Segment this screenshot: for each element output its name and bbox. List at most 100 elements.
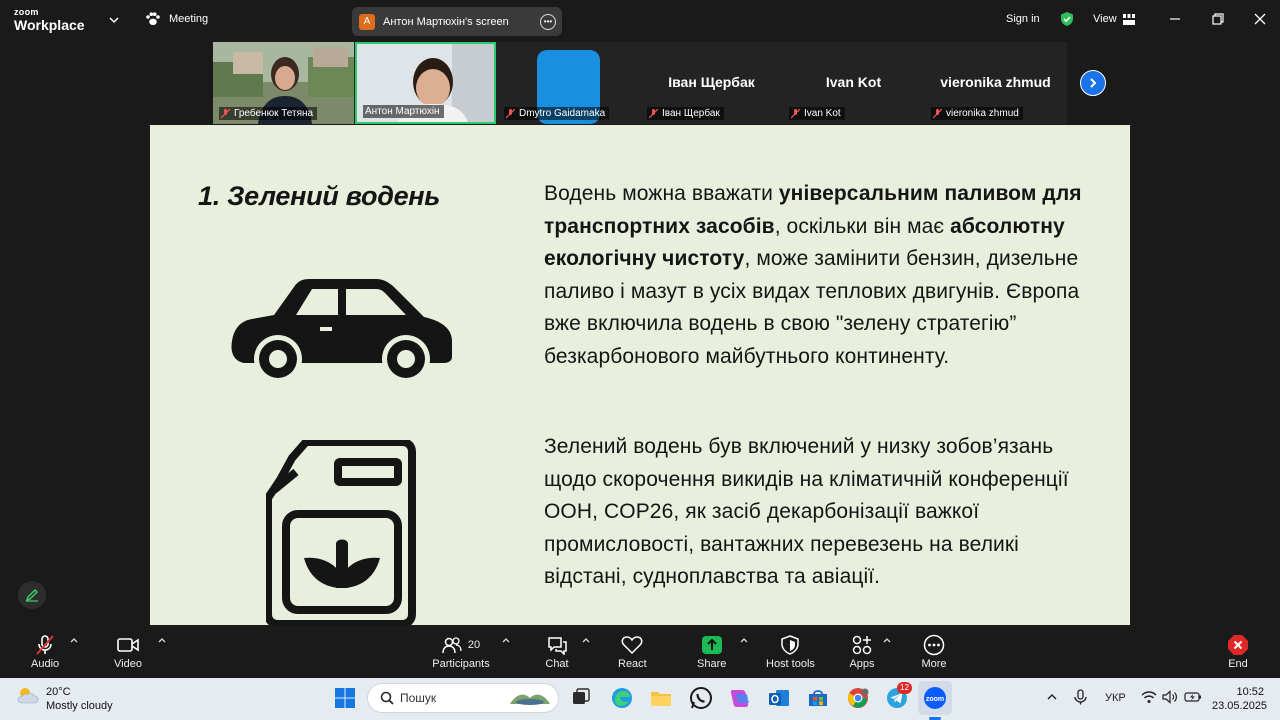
participant-name: Іван Щербак — [662, 108, 720, 119]
audio-button[interactable]: Audio — [31, 633, 59, 670]
microphone-tray-icon[interactable] — [1072, 689, 1090, 705]
participant-name-tag: Гребенюк Тетяна — [219, 107, 318, 120]
meeting-label: Meeting — [169, 13, 209, 25]
svg-text:zoom: zoom — [926, 696, 944, 703]
participant-display-name: Ivan Kot — [825, 74, 882, 90]
participants-options-caret-icon[interactable] — [502, 637, 510, 643]
annotate-button[interactable] — [18, 581, 46, 609]
more-button[interactable]: More — [921, 633, 947, 670]
muted-microphone-icon — [36, 635, 54, 655]
paw-icon — [146, 12, 160, 25]
participant-name: Dmytro Gaidamaka — [519, 108, 606, 119]
system-clock[interactable]: 10:52 23.05.2025 — [1212, 685, 1268, 713]
wifi-icon[interactable] — [1141, 690, 1157, 704]
muted-mic-icon — [506, 108, 515, 118]
gallery-next-button[interactable] — [1080, 70, 1106, 96]
shared-screen-indicator[interactable]: A Антон Мартюхін's screen ••• — [352, 7, 562, 36]
participant-name: Антон Мартюхін — [365, 106, 440, 117]
fuel-canister-leaf-icon — [266, 440, 416, 625]
zoom-app-icon: zoom — [924, 687, 946, 709]
share-options-caret-icon[interactable] — [740, 637, 748, 643]
tray-overflow-chevron-icon[interactable] — [1046, 692, 1058, 702]
host-shield-icon — [781, 635, 800, 655]
apps-label: Apps — [849, 658, 875, 670]
participant-name-tag: vieronika zhmud — [931, 107, 1023, 120]
heart-icon — [621, 636, 643, 655]
sign-in-link[interactable]: Sign in — [1006, 13, 1040, 25]
meeting-toolbar: Audio Video 20 Participants Chat React S… — [0, 625, 1280, 678]
chevron-down-icon[interactable] — [108, 14, 120, 26]
participants-icon — [442, 637, 462, 654]
react-button[interactable]: React — [618, 633, 647, 670]
apps-button[interactable]: Apps — [849, 633, 875, 670]
file-explorer-icon[interactable] — [648, 685, 674, 711]
more-options-icon[interactable]: ••• — [540, 13, 556, 30]
host-tools-button[interactable]: Host tools — [766, 633, 815, 670]
apps-options-caret-icon[interactable] — [883, 637, 891, 643]
slide-paragraph-1: Водень можна вважати універсальним палив… — [544, 178, 1104, 373]
slide-paragraph-2: Зелений водень був включений у низку зоб… — [544, 435, 1069, 588]
weather-condition: Mostly cloudy — [46, 700, 113, 712]
zoom-logo[interactable]: zoom Workplace — [14, 8, 85, 33]
taskbar-search[interactable]: Пошук — [367, 683, 559, 713]
battery-icon[interactable] — [1184, 690, 1202, 704]
end-call-icon — [1228, 635, 1248, 655]
video-camera-icon — [117, 638, 139, 652]
view-button[interactable]: View — [1093, 13, 1135, 25]
video-tile[interactable]: Гребенюк Тетяна — [213, 42, 354, 124]
video-options-caret-icon[interactable] — [158, 637, 166, 643]
clock-time: 10:52 — [1236, 686, 1264, 698]
participant-name-tag: Іван Щербак — [647, 107, 724, 120]
shared-screen-label: Антон Мартюхін's screen — [383, 15, 509, 28]
whatsapp-icon[interactable] — [688, 685, 714, 711]
muted-mic-icon — [649, 108, 658, 118]
participant-name: vieronika zhmud — [946, 108, 1019, 119]
security-shield-icon[interactable] — [1059, 11, 1075, 27]
title-bar: zoom Workplace Meeting A Антон Мартюхін'… — [0, 0, 1280, 42]
text-run: , оскільки він має — [774, 214, 951, 238]
car-icon — [231, 279, 452, 383]
end-label: End — [1228, 658, 1248, 670]
participant-name-tag: Ivan Kot — [789, 107, 845, 120]
participants-button[interactable]: 20 Participants — [431, 633, 491, 670]
view-label: View — [1093, 13, 1117, 25]
react-label: React — [618, 658, 647, 670]
more-dots-icon — [923, 634, 945, 656]
weather-widget[interactable]: 20°C Mostly cloudy — [16, 685, 113, 713]
outlook-icon[interactable] — [766, 685, 792, 711]
meeting-menu[interactable]: Meeting — [145, 12, 208, 26]
end-meeting-button[interactable]: End — [1225, 633, 1251, 670]
more-label: More — [921, 658, 947, 670]
share-button[interactable]: Share — [697, 633, 726, 670]
zoom-taskbar-button[interactable]: zoom — [918, 681, 952, 715]
slide-title: 1. Зелений водень — [198, 181, 441, 211]
input-language[interactable]: УКР — [1105, 692, 1126, 704]
windows-start-icon[interactable] — [332, 685, 358, 711]
restore-icon[interactable] — [1211, 12, 1225, 26]
video-tile[interactable]: Іван Щербак Іван Щербак — [641, 42, 782, 124]
volume-icon[interactable] — [1162, 690, 1178, 704]
video-tile[interactable]: Ivan Kot Ivan Kot — [783, 42, 924, 124]
close-icon[interactable] — [1253, 12, 1267, 26]
chrome-browser-icon[interactable] — [845, 685, 871, 711]
chat-button[interactable]: Chat — [544, 633, 570, 670]
search-placeholder: Пошук — [400, 691, 437, 705]
participants-label: Participants — [432, 658, 490, 670]
video-tile[interactable]: vieronika zhmud vieronika zhmud — [925, 42, 1066, 124]
task-view-icon[interactable] — [568, 685, 594, 711]
chat-options-caret-icon[interactable] — [582, 637, 590, 643]
screen-owner-avatar: A — [359, 13, 375, 30]
participant-name-tag: Dmytro Gaidamaka — [504, 107, 610, 120]
minimize-icon[interactable] — [1168, 12, 1182, 26]
text-run: Водень можна вважати — [544, 182, 779, 205]
copilot-icon[interactable] — [727, 685, 753, 711]
video-tile[interactable]: Dmytro Gaidamaka — [498, 42, 639, 124]
share-label: Share — [697, 658, 727, 670]
audio-options-caret-icon[interactable] — [70, 637, 78, 643]
edge-browser-icon[interactable] — [609, 685, 635, 711]
share-screen-icon — [701, 636, 722, 654]
video-button[interactable]: Video — [114, 633, 142, 670]
video-tile-active-speaker[interactable]: Антон Мартюхін — [355, 42, 496, 124]
clock-date: 23.05.2025 — [1212, 700, 1268, 712]
microsoft-store-icon[interactable] — [805, 685, 831, 711]
